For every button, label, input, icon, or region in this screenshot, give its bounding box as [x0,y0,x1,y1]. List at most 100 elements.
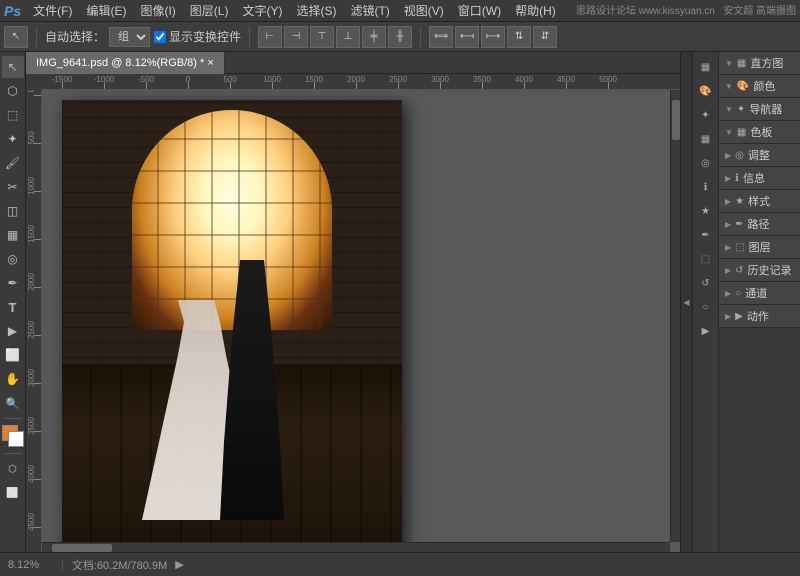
panel-icon-info[interactable]: ℹ [695,176,717,198]
crop-tool[interactable]: ⬚ [2,104,24,126]
align-center-btn[interactable]: ⊣ [284,26,308,48]
status-separator: | [61,559,64,571]
panel-item-swatches[interactable]: ▼▦色板 [719,121,800,144]
screen-mode-btn[interactable]: ⬜ [2,482,24,504]
move-tool[interactable]: ↖ [2,56,24,78]
panel-item-navigator[interactable]: ▼✦导航器 [719,98,800,121]
panel-icon-layers[interactable]: ⬚ [695,248,717,270]
panel-item-adjustments[interactable]: ▶◎调整 [719,144,800,167]
panel-item-layers[interactable]: ▶⬚图层 [719,236,800,259]
panel-icon-color[interactable]: 🎨 [695,80,717,102]
panel-icon-history[interactable]: ↺ [695,272,717,294]
zoom-tool[interactable]: 🔍 [2,392,24,414]
move-tool-btn[interactable]: ↖ [4,26,28,48]
panel-label-adjustments: 调整 [748,147,770,163]
dist-top-btn[interactable]: ⇅ [507,26,531,48]
panel-item-styles[interactable]: ▶★样式 [719,190,800,213]
scrollbar-vertical[interactable] [670,90,680,542]
canvas-area: IMG_9641.psd @ 8.12%(RGB/8) * × -1500-10… [26,52,680,552]
panel-header-swatches[interactable]: ▼▦色板 [719,121,800,143]
gradient-tool[interactable]: ▦ [2,224,24,246]
background-color[interactable] [8,431,24,447]
align-middle-btn[interactable]: ╪ [362,26,386,48]
dist-left-btn[interactable]: ⟺ [429,26,453,48]
panel-item-info[interactable]: ▶ℹ信息 [719,167,800,190]
panel-header-color[interactable]: ▼🎨颜色 [719,75,800,97]
pen-tool[interactable]: ✒ [2,272,24,294]
menu-item[interactable]: 滤镜(T) [344,0,395,21]
ruler-h-label: 1000 [263,75,281,84]
panel-item-channels[interactable]: ▶○通道 [719,282,800,305]
panel-header-styles[interactable]: ▶★样式 [719,190,800,212]
panel-icon-adjustments[interactable]: ◎ [695,152,717,174]
menu-item[interactable]: 帮助(H) [509,0,562,21]
panel-header-navigator[interactable]: ▼✦导航器 [719,98,800,120]
path-select-tool[interactable]: ▶ [2,320,24,342]
panel-header-info[interactable]: ▶ℹ信息 [719,167,800,189]
panel-small-icon-styles: ★ [735,196,744,207]
panel-header-actions[interactable]: ▶▶动作 [719,305,800,327]
spot-heal-tool[interactable]: ✦ [2,128,24,150]
ruler-h-label: 2000 [347,75,365,84]
menu-item[interactable]: 编辑(E) [80,0,132,21]
auto-select-dropdown[interactable]: 组 [109,27,150,47]
brush-tool[interactable]: 🖌 [2,152,24,174]
panel-item-history[interactable]: ▶↺历史记录 [719,259,800,282]
align-left-btn[interactable]: ⊢ [258,26,282,48]
lasso-tool[interactable]: ⬡ [2,80,24,102]
scrollbar-h-thumb[interactable] [52,544,112,552]
panel-icon-navigator[interactable]: ✦ [695,104,717,126]
panel-item-histogram[interactable]: ▼▦直方图 [719,52,800,75]
panel-icon-actions[interactable]: ▶ [695,320,717,342]
panel-header-channels[interactable]: ▶○通道 [719,282,800,304]
dist-center-btn[interactable]: ⟻ [455,26,479,48]
panel-item-color[interactable]: ▼🎨颜色 [719,75,800,98]
shape-tool[interactable]: ⬜ [2,344,24,366]
type-tool[interactable]: T [2,296,24,318]
panel-arrow-icon: ▼ [725,105,733,114]
panel-header-histogram[interactable]: ▼▦直方图 [719,52,800,74]
canvas-scroll[interactable]: 에는 사람들 인연하여 무엇이든... [42,90,680,552]
align-top-btn[interactable]: ⊥ [336,26,360,48]
menu-item[interactable]: 文字(Y) [236,0,288,21]
panel-header-layers[interactable]: ▶⬚图层 [719,236,800,258]
align-right-btn[interactable]: ⊤ [310,26,334,48]
dist-middle-btn[interactable]: ⇵ [533,26,557,48]
panel-icon-histogram[interactable]: ▦ [695,56,717,78]
align-bottom-btn[interactable]: ╫ [388,26,412,48]
file-info-arrow[interactable]: ▶ [175,558,183,571]
panel-header-adjustments[interactable]: ▶◎调整 [719,144,800,166]
panel-collapse-btn[interactable]: ◀ [681,52,693,552]
menu-item[interactable]: 窗口(W) [452,0,507,21]
dist-right-btn[interactable]: ⟼ [481,26,505,48]
panel-icon-channels[interactable]: ○ [695,296,717,318]
scrollbar-v-thumb[interactable] [672,100,680,140]
panel-icon-paths[interactable]: ✒ [695,224,717,246]
menu-item[interactable]: 图像(I) [134,0,181,21]
panel-item-actions[interactable]: ▶▶动作 [719,305,800,328]
right-panel: ◀ ▦🎨✦▦◎ℹ★✒⬚↺○▶ ▼▦直方图▼🎨颜色▼✦导航器▼▦色板▶◎调整▶ℹ信… [680,52,800,552]
menu-item[interactable]: 视图(V) [398,0,450,21]
left-toolbar: ↖ ⬡ ⬚ ✦ 🖌 ✂ ◫ ▦ ◎ ✒ T ▶ ⬜ ✋ 🔍 ⬡ ⬜ [0,52,26,552]
panel-arrow-icon: ▶ [725,174,731,183]
clone-tool[interactable]: ✂ [2,176,24,198]
panel-icon-swatches[interactable]: ▦ [695,128,717,150]
panel-icon-styles[interactable]: ★ [695,200,717,222]
menu-item[interactable]: 图层(L) [184,0,235,21]
menu-item[interactable]: 文件(F) [27,0,78,21]
panel-header-paths[interactable]: ▶✒路径 [719,213,800,235]
scrollbar-horizontal[interactable] [42,542,670,552]
quick-mask-btn[interactable]: ⬡ [2,458,24,480]
panel-header-history[interactable]: ▶↺历史记录 [719,259,800,281]
eraser-tool[interactable]: ◫ [2,200,24,222]
color-swatch[interactable] [2,425,24,447]
hand-tool[interactable]: ✋ [2,368,24,390]
canvas-tab[interactable]: IMG_9641.psd @ 8.12%(RGB/8) * × [26,52,225,74]
menu-item[interactable]: 选择(S) [290,0,342,21]
ruler-h-label: 500 [223,75,236,84]
ruler-h-label: 3000 [431,75,449,84]
panel-item-paths[interactable]: ▶✒路径 [719,213,800,236]
transform-controls-checkbox[interactable] [154,31,166,43]
panel-arrow-icon: ▼ [725,82,733,91]
dodge-tool[interactable]: ◎ [2,248,24,270]
